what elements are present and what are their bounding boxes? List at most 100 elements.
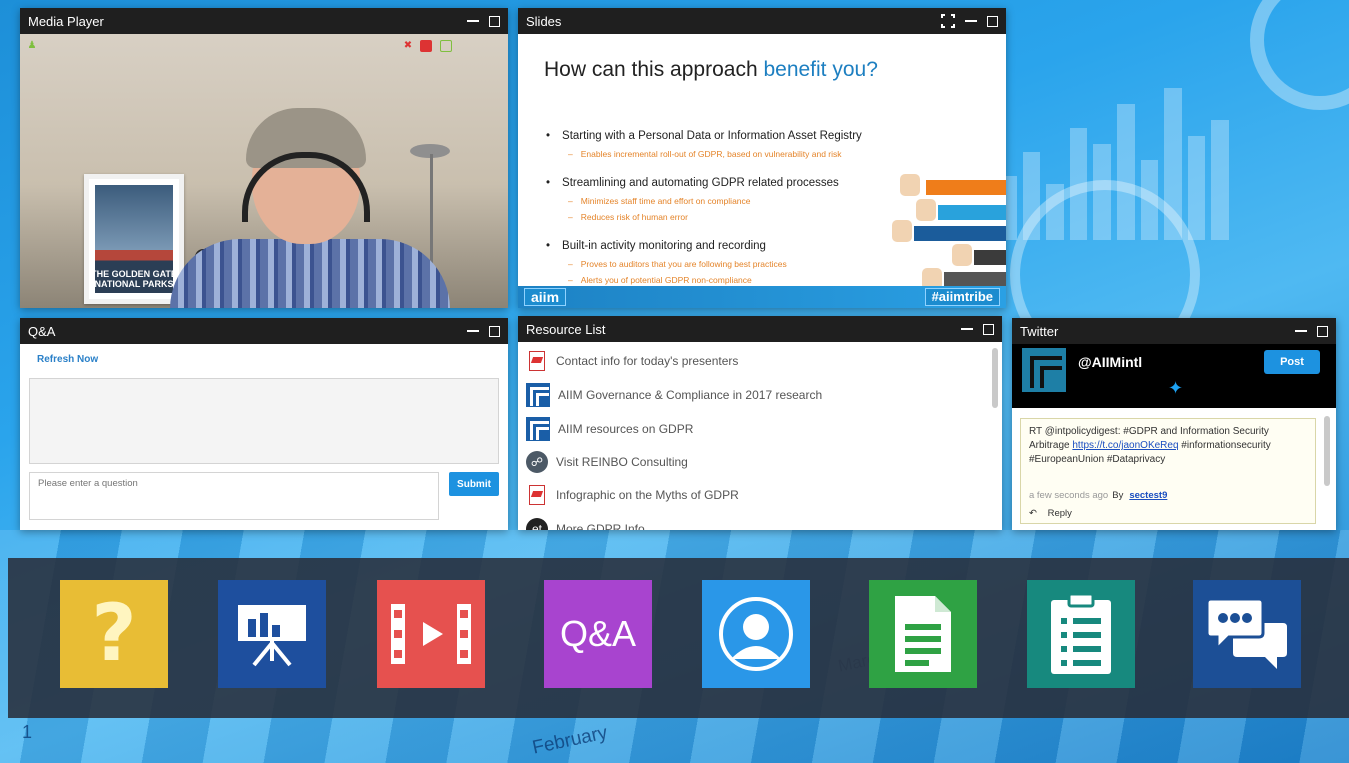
survey-tile[interactable]: [1027, 580, 1135, 688]
resource-list-titlebar[interactable]: Resource List: [518, 316, 1002, 342]
slide-bullet: Built-in activity monitoring and recordi…: [546, 240, 766, 252]
calendar-day: 1: [22, 722, 33, 742]
chat-tile[interactable]: [1193, 580, 1301, 688]
twitter-header: @AIIMintl Post ✦: [1012, 344, 1336, 408]
slide-graphic-bar: [926, 180, 1006, 195]
resource-label: Infographic on the Myths of GDPR: [556, 488, 739, 502]
post-button[interactable]: Post: [1264, 350, 1320, 374]
slide-graphic-bar: [914, 226, 1006, 241]
presentation-icon: [238, 605, 306, 667]
qa-icon: Q&A: [559, 613, 637, 654]
reply-button[interactable]: ↶ Reply: [1029, 507, 1072, 521]
fullscreen-icon[interactable]: [941, 14, 955, 28]
media-player-tile[interactable]: [377, 580, 485, 688]
slide-bullet: Starting with a Personal Data or Informa…: [546, 130, 862, 142]
video-feed[interactable]: ♟ ✖ THE GOLDEN GATE NATIONAL PARKS: [20, 34, 508, 308]
slide-bullet: Streamlining and automating GDPR related…: [546, 177, 839, 189]
window-title: Media Player: [28, 13, 104, 29]
qa-titlebar[interactable]: Q&A: [20, 318, 508, 344]
scrollbar[interactable]: [992, 348, 998, 408]
slide-sub-bullet: Enables incremental roll-out of GDPR, ba…: [568, 149, 842, 159]
twitter-bird-icon: ✦: [1168, 378, 1184, 398]
resource-item[interactable]: et More GDPR Info: [526, 518, 645, 530]
resource-list-tile[interactable]: [869, 580, 977, 688]
window-title: Twitter: [1020, 323, 1059, 339]
hashtag-badge: #aiimtribe: [924, 288, 1000, 306]
question-input[interactable]: [29, 472, 439, 520]
chat-icon: [1205, 597, 1287, 669]
presenter-icon: ♟: [27, 40, 37, 51]
link-icon: et: [526, 518, 548, 530]
minimize-icon[interactable]: [467, 330, 479, 332]
resource-label: AIIM Governance & Compliance in 2017 res…: [558, 388, 823, 402]
record-icon[interactable]: [420, 40, 432, 52]
poster-text: THE GOLDEN GATE NATIONAL PARKS: [91, 269, 177, 289]
clipboard-icon: [1051, 592, 1111, 674]
tweet-time: a few seconds ago: [1029, 490, 1109, 501]
resource-item[interactable]: Contact info for today's presenters: [526, 350, 738, 372]
slide-sub-bullet: Alerts you of potential GDPR non-complia…: [568, 275, 752, 285]
maximize-icon[interactable]: [983, 323, 994, 335]
thumbs-up-icon: [916, 199, 936, 221]
tweet-author[interactable]: sectest9: [1129, 490, 1167, 501]
resource-label: Contact info for today's presenters: [556, 354, 739, 368]
slide-graphic-bar: [974, 250, 1006, 265]
resource-item[interactable]: ☍ Visit REINBO Consulting: [526, 451, 688, 473]
window-title: Resource List: [526, 321, 606, 337]
resource-label: More GDPR Info: [556, 522, 645, 530]
qa-window: Q&A Refresh Now Submit: [20, 318, 508, 530]
slides-tile[interactable]: [218, 580, 326, 688]
resource-label: AIIM resources on GDPR: [558, 422, 694, 436]
document-icon: [895, 596, 951, 672]
lock-icon[interactable]: [440, 40, 452, 52]
aiim-logo-icon: [1022, 348, 1066, 392]
mute-icon[interactable]: ✖: [402, 40, 414, 52]
window-title: Q&A: [28, 323, 56, 339]
help-tile[interactable]: ?: [60, 580, 168, 688]
aiim-logo: aiim: [524, 288, 567, 306]
media-player-titlebar[interactable]: Media Player: [20, 8, 508, 34]
aiim-logo-icon: [526, 383, 550, 407]
minimize-icon[interactable]: [965, 20, 977, 22]
slide-footer: aiim #aiimtribe: [518, 286, 1006, 308]
minimize-icon[interactable]: [1295, 330, 1307, 332]
slide-sub-bullet: Minimizes staff time and effort on compl…: [568, 196, 751, 206]
scrollbar[interactable]: [1324, 416, 1330, 486]
maximize-icon[interactable]: [1317, 325, 1328, 337]
refresh-now-link[interactable]: Refresh Now: [37, 354, 98, 365]
calendar-month-february: February: [530, 722, 610, 759]
slides-titlebar[interactable]: Slides: [518, 8, 1006, 34]
twitter-titlebar[interactable]: Twitter: [1012, 318, 1336, 344]
slide-graphic-bar: [944, 272, 1006, 287]
slide-canvas: How can this approach benefit you? Start…: [518, 34, 1006, 308]
maximize-icon[interactable]: [489, 15, 500, 27]
tweet-feed: RT @intpolicydigest: #GDPR and Informati…: [1012, 408, 1336, 530]
minimize-icon[interactable]: [467, 20, 479, 22]
thumbs-up-icon: [892, 220, 912, 242]
background-ring: [1250, 0, 1349, 110]
pdf-icon: [526, 350, 548, 372]
thumbs-up-icon: [900, 174, 920, 196]
maximize-icon[interactable]: [987, 15, 998, 27]
slide-heading: How can this approach benefit you?: [544, 58, 878, 81]
tweet: RT @intpolicydigest: #GDPR and Informati…: [1020, 418, 1316, 524]
resource-item[interactable]: AIIM resources on GDPR: [526, 417, 693, 441]
resource-item[interactable]: Infographic on the Myths of GDPR: [526, 484, 739, 506]
pdf-icon: [526, 484, 548, 506]
media-player-window: Media Player ♟ ✖ THE GOLDEN GATE NATIONA…: [20, 8, 508, 308]
qa-tile[interactable]: Q&A: [544, 580, 652, 688]
presenter-shirt: [170, 239, 450, 308]
thumbs-up-icon: [952, 244, 972, 266]
questions-list[interactable]: [29, 378, 499, 464]
maximize-icon[interactable]: [489, 325, 500, 337]
window-title: Slides: [526, 13, 562, 29]
video-icon: [391, 604, 471, 664]
submit-button[interactable]: Submit: [449, 472, 499, 496]
resource-list-window: Resource List Contact info for today's p…: [518, 316, 1002, 530]
resource-item[interactable]: AIIM Governance & Compliance in 2017 res…: [526, 383, 822, 407]
wall-poster: THE GOLDEN GATE NATIONAL PARKS: [84, 174, 184, 304]
tweet-link[interactable]: https://t.co/jaonOKeReq: [1072, 440, 1178, 451]
speaker-tile[interactable]: [702, 580, 810, 688]
slide-sub-bullet: Reduces risk of human error: [568, 212, 688, 222]
minimize-icon[interactable]: [961, 328, 973, 330]
